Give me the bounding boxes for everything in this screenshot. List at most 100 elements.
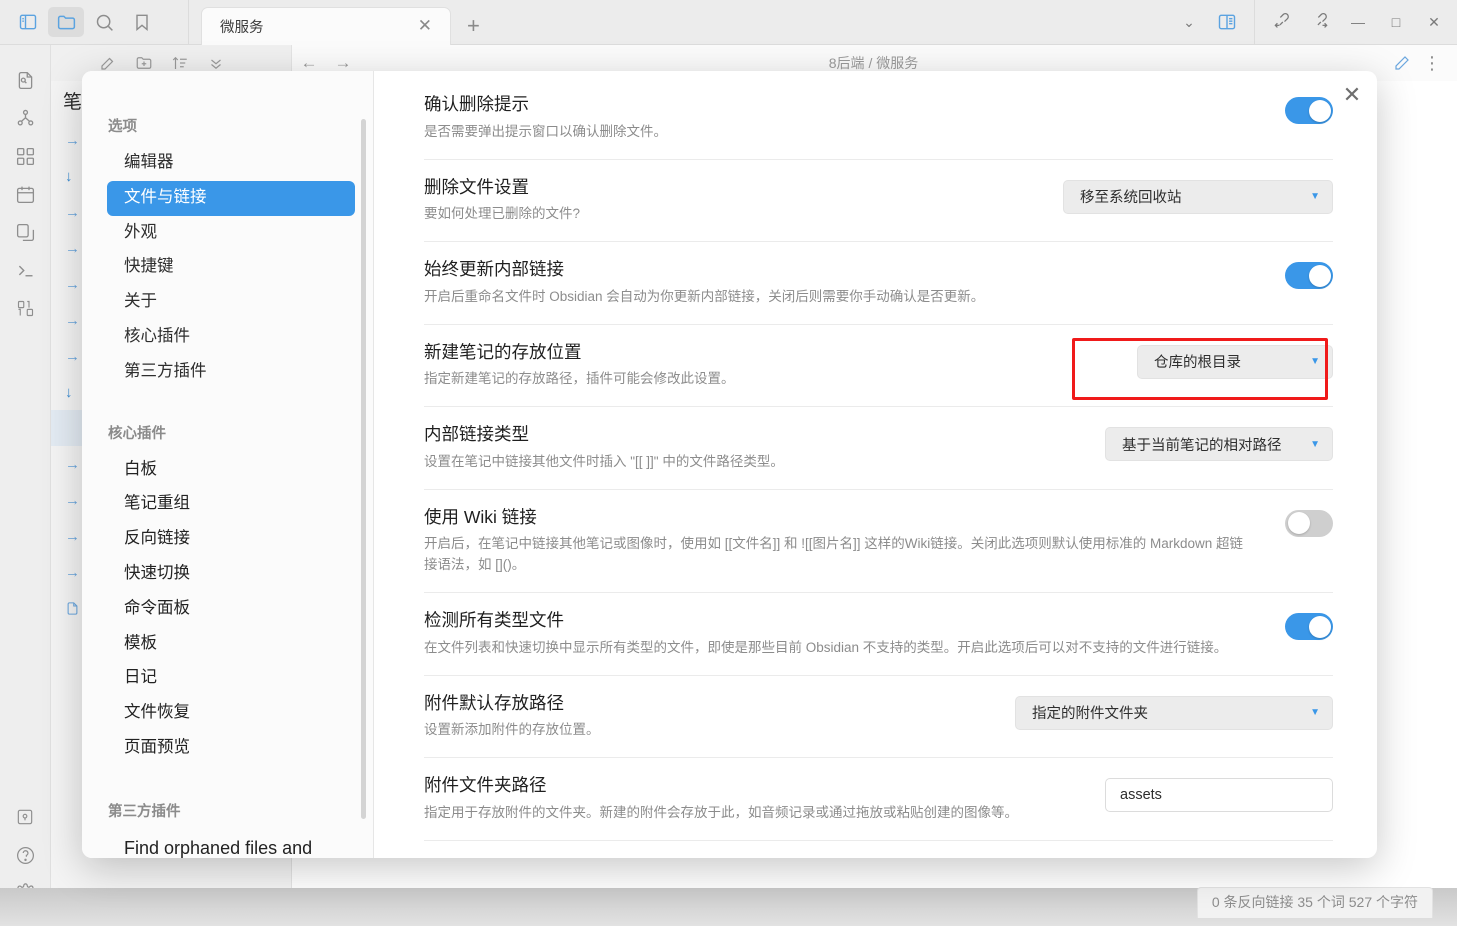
vault-icon[interactable] bbox=[5, 798, 45, 836]
sidebar-item-backlinks[interactable]: 反向链接 bbox=[107, 522, 355, 557]
setting-name: 忽略文件 bbox=[424, 857, 1194, 859]
sidebar-item-file-recovery[interactable]: 文件恢复 bbox=[107, 696, 355, 731]
setting-text: 新建笔记的存放位置 指定新建笔记的存放路径，插件可能会修改此设置。 bbox=[424, 341, 735, 391]
setting-name: 删除文件设置 bbox=[424, 176, 529, 197]
sidebar-item-canvas[interactable]: 白板 bbox=[107, 453, 355, 488]
canvas-icon[interactable] bbox=[5, 137, 45, 175]
setting-text: 确认删除提示 是否需要弹出提示窗口以确认删除文件。 bbox=[424, 93, 667, 143]
copy-icon[interactable] bbox=[5, 213, 45, 251]
sidebar-item-community-plugins[interactable]: 第三方插件 bbox=[107, 355, 355, 390]
more-options-icon[interactable]: ⋮ bbox=[1417, 48, 1447, 78]
setting-name: 附件默认存放路径 bbox=[424, 692, 564, 713]
toggle-detect-all-file-extensions[interactable] bbox=[1285, 613, 1333, 641]
setting-control bbox=[1285, 93, 1333, 124]
search-icon[interactable] bbox=[86, 7, 122, 37]
link-back-icon[interactable] bbox=[1263, 7, 1301, 37]
help-icon[interactable] bbox=[5, 836, 45, 874]
title-bar: 微服务 ✕ + ⌄ — □ ✕ bbox=[0, 0, 1457, 45]
select-value: 指定的附件文件夹 bbox=[1032, 706, 1148, 723]
setting-row-confirm-delete: 确认删除提示 是否需要弹出提示窗口以确认删除文件。 bbox=[424, 71, 1333, 160]
settings-group-title-community-plugins: 第三方插件 bbox=[108, 803, 181, 820]
toggle-always-update-links[interactable] bbox=[1285, 262, 1333, 290]
terminal-icon[interactable] bbox=[5, 251, 45, 289]
close-window-button[interactable]: ✕ bbox=[1415, 7, 1453, 37]
chevron-down-icon: ▼ bbox=[1310, 438, 1320, 450]
select-delete-behavior[interactable]: 移至系统回收站 ▼ bbox=[1063, 179, 1333, 214]
setting-description: 设置新添加附件的存放位置。 bbox=[424, 722, 600, 738]
close-icon[interactable]: ✕ bbox=[412, 16, 438, 36]
setting-row-excluded-files: 忽略文件 符合以下条件的文件将被忽略。忽略是指文件将出现在快速切换、链接补全中队… bbox=[424, 841, 1333, 859]
setting-text: 附件文件夹路径 指定用于存放附件的文件夹。新建的附件会存放于此，如音频记录或通过… bbox=[424, 774, 1018, 824]
tab-weifuwu[interactable]: 微服务 ✕ bbox=[201, 6, 451, 45]
select-new-note-location[interactable]: 仓库的根目录 ▼ bbox=[1137, 344, 1333, 379]
left-rail bbox=[0, 45, 51, 926]
settings-sidebar: 选项 编辑器 文件与链接 外观 快捷键 关于 核心插件 第三方插件 核心插件 白… bbox=[82, 71, 374, 858]
edit-icon[interactable] bbox=[1387, 48, 1417, 78]
sidebar-item-daily-notes[interactable]: 日记 bbox=[107, 661, 355, 696]
chevron-down-icon: ▼ bbox=[1310, 191, 1320, 203]
sidebar-item-about[interactable]: 关于 bbox=[107, 285, 355, 320]
bookmark-icon[interactable] bbox=[124, 7, 160, 37]
chevron-right-icon: → bbox=[65, 491, 80, 509]
folder-icon[interactable] bbox=[48, 7, 84, 37]
chevron-right-icon: → bbox=[65, 275, 80, 293]
split-view-icon[interactable] bbox=[1208, 7, 1246, 37]
sidebar-item-outline[interactable]: 笔记重组 bbox=[107, 487, 355, 522]
input-attachment-folder-path[interactable]: assets bbox=[1105, 778, 1333, 813]
binary-icon[interactable] bbox=[5, 289, 45, 327]
toggle-knob bbox=[1308, 264, 1331, 287]
setting-description: 开启后，在笔记中链接其他笔记或图像时，使用如 [[文件名]] 和 ![[图片名]… bbox=[424, 536, 1244, 573]
toggle-knob bbox=[1287, 512, 1310, 535]
file-icon bbox=[65, 601, 80, 616]
select-attachment-location[interactable]: 指定的附件文件夹 ▼ bbox=[1015, 695, 1333, 730]
sidebar-item-find-orphaned-files[interactable]: Find orphaned files and bbox=[107, 831, 355, 858]
sidebar-item-hotkeys[interactable]: 快捷键 bbox=[107, 250, 355, 285]
app-window: 微服务 ✕ + ⌄ — □ ✕ ← → 8后端 / 微服务 ⋮ → ↓ → → … bbox=[0, 0, 1457, 926]
sidebar-item-command-palette[interactable]: 命令面板 bbox=[107, 592, 355, 627]
status-text: 0 条反向链接 35 个词 527 个字符 bbox=[1196, 887, 1433, 918]
setting-row-new-note-location: 新建笔记的存放位置 指定新建笔记的存放路径，插件可能会修改此设置。 仓库的根目录… bbox=[424, 325, 1333, 408]
setting-control: 基于当前笔记的相对路径 ▼ bbox=[1105, 423, 1333, 462]
maximize-button[interactable]: □ bbox=[1377, 7, 1415, 37]
setting-text: 附件默认存放路径 设置新添加附件的存放位置。 bbox=[424, 692, 600, 742]
sidebar-item-editor[interactable]: 编辑器 bbox=[107, 146, 355, 181]
file-search-icon[interactable] bbox=[5, 61, 45, 99]
setting-name: 使用 Wiki 链接 bbox=[424, 506, 537, 527]
chevron-right-icon: → bbox=[65, 311, 80, 329]
setting-row-internal-link-type: 内部链接类型 设置在笔记中链接其他文件时插入 "[[ ]]" 中的文件路径类型。… bbox=[424, 407, 1333, 490]
graph-icon[interactable] bbox=[5, 99, 45, 137]
link-forward-icon[interactable] bbox=[1301, 7, 1339, 37]
chevron-right-icon: → bbox=[65, 527, 80, 545]
sidebar-item-page-preview[interactable]: 页面预览 bbox=[107, 731, 355, 766]
toggle-confirm-delete[interactable] bbox=[1285, 97, 1333, 124]
chevron-right-icon: → bbox=[65, 203, 80, 221]
select-internal-link-type[interactable]: 基于当前笔记的相对路径 ▼ bbox=[1105, 427, 1333, 462]
settings-modal: 选项 编辑器 文件与链接 外观 快捷键 关于 核心插件 第三方插件 核心插件 白… bbox=[82, 71, 1377, 858]
setting-description: 要如何处理已删除的文件? bbox=[424, 206, 581, 222]
select-value: 移至系统回收站 bbox=[1080, 190, 1182, 207]
toggle-left-sidebar-icon[interactable] bbox=[10, 7, 46, 37]
sidebar-item-files-and-links[interactable]: 文件与链接 bbox=[107, 180, 355, 216]
settings-group-title-core-plugins: 核心插件 bbox=[108, 425, 166, 442]
new-tab-button[interactable]: + bbox=[451, 7, 496, 45]
sidebar-item-appearance[interactable]: 外观 bbox=[107, 216, 355, 251]
chevron-right-icon: → bbox=[65, 347, 80, 365]
minimize-button[interactable]: — bbox=[1339, 7, 1377, 37]
setting-text: 始终更新内部链接 开启后重命名文件时 Obsidian 会自动为你更新内部链接，… bbox=[424, 258, 984, 308]
sidebar-scrollbar[interactable] bbox=[361, 119, 366, 819]
toggle-use-wiki-links[interactable] bbox=[1285, 509, 1333, 537]
setting-text: 检测所有类型文件 在文件列表和快速切换中显示所有类型的文件，即使是那些目前 Ob… bbox=[424, 609, 1227, 659]
setting-name: 附件文件夹路径 bbox=[424, 775, 547, 796]
sidebar-item-templates[interactable]: 模板 bbox=[107, 627, 355, 662]
toggle-knob bbox=[1308, 615, 1331, 638]
calendar-icon[interactable] bbox=[5, 175, 45, 213]
setting-row-attachment-folder-path: 附件文件夹路径 指定用于存放附件的文件夹。新建的附件会存放于此，如音频记录或通过… bbox=[424, 758, 1333, 841]
sidebar-item-core-plugins[interactable]: 核心插件 bbox=[107, 320, 355, 355]
note-actions: ⋮ bbox=[1387, 48, 1457, 78]
chevron-down-icon: ▼ bbox=[1310, 707, 1320, 719]
setting-description: 是否需要弹出提示窗口以确认删除文件。 bbox=[424, 123, 667, 139]
chevron-down-icon[interactable]: ⌄ bbox=[1170, 7, 1208, 37]
close-settings-icon[interactable]: ✕ bbox=[1326, 71, 1377, 119]
settings-group-title: 选项 bbox=[108, 119, 137, 135]
sidebar-item-quick-switcher[interactable]: 快速切换 bbox=[107, 557, 355, 592]
